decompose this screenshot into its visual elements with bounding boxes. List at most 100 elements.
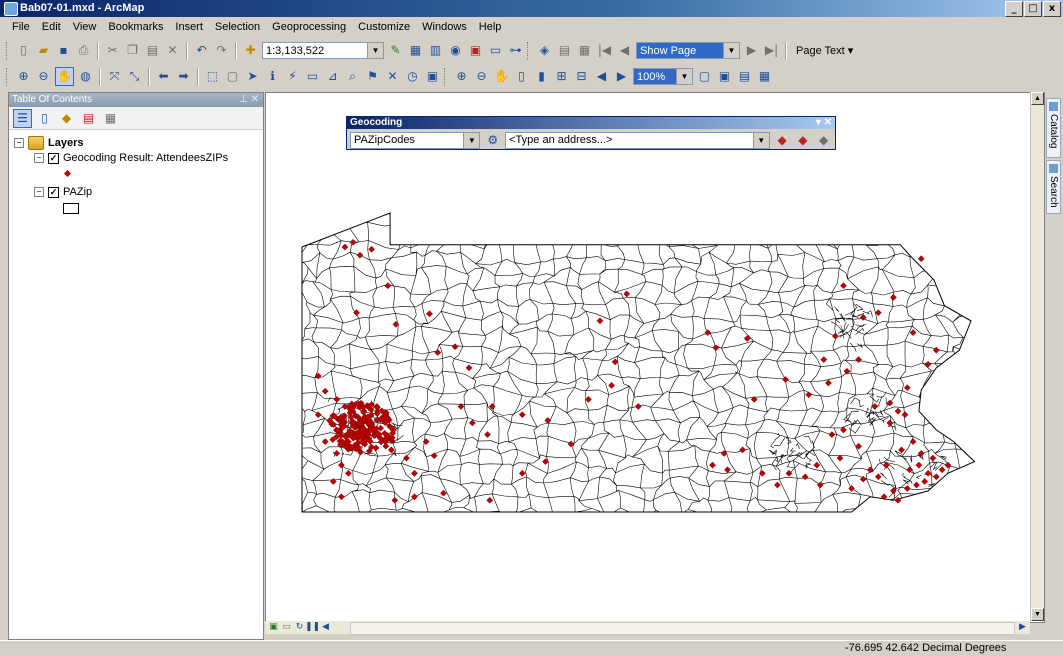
layout-zoom-out-icon[interactable]: ⊖ xyxy=(473,68,490,85)
geocoded-point[interactable] xyxy=(913,481,920,489)
geocoded-point[interactable] xyxy=(816,481,824,489)
geocoded-point[interactable] xyxy=(828,431,836,438)
geocoded-point[interactable] xyxy=(894,407,902,415)
collapse-layer-icon[interactable]: − xyxy=(34,187,44,197)
menu-selection[interactable]: Selection xyxy=(209,21,266,33)
geocoded-point[interactable] xyxy=(782,376,789,383)
zoom-whole-page-icon[interactable]: ▯ xyxy=(513,68,530,85)
map-horizontal-scrollbar[interactable] xyxy=(350,622,1015,635)
menu-windows[interactable]: Windows xyxy=(416,21,473,33)
layout-zoom-in-icon[interactable]: ⊕ xyxy=(453,68,470,85)
layout-view-icon[interactable]: ▭ xyxy=(281,622,292,633)
editor-toolbar-icon[interactable]: ✎ xyxy=(387,42,404,59)
minimize-button[interactable]: _ xyxy=(1005,1,1023,17)
toggle-draft-mode-icon[interactable]: ▢ xyxy=(696,68,713,85)
map-scale-combo[interactable]: 1:3,133,522 ▼ xyxy=(262,42,384,59)
page-text-dropdown[interactable]: Page Text ▾ xyxy=(792,44,857,57)
change-layout-icon[interactable]: ▤ xyxy=(736,68,753,85)
data-driven-pages-icon[interactable]: ▦ xyxy=(756,68,773,85)
map-vertical-scrollbar[interactable]: ▲ ▼ xyxy=(1030,92,1044,621)
redo-icon[interactable]: ↷ xyxy=(213,42,230,59)
geocoded-point[interactable] xyxy=(813,461,821,469)
geocoded-point[interactable] xyxy=(774,481,781,489)
chevron-down-icon[interactable]: ▼ xyxy=(752,132,769,148)
layer-visibility-checkbox[interactable]: ✓ xyxy=(48,186,59,198)
chevron-down-icon[interactable]: ▼ xyxy=(367,43,383,58)
list-by-drawing-order-icon[interactable]: ☰ xyxy=(13,108,32,128)
geocoding-titlebar[interactable]: Geocoding ▾ ✕ xyxy=(347,117,835,129)
list-by-source-icon[interactable]: ▯ xyxy=(35,109,54,128)
geocoded-point[interactable] xyxy=(720,450,728,457)
collapse-layer-icon[interactable]: − xyxy=(34,153,44,163)
geocoded-point[interactable] xyxy=(938,466,946,474)
print-icon[interactable]: ⎙ xyxy=(75,42,92,59)
pin-and-close-icon[interactable]: ⊥ ✕ xyxy=(239,93,259,107)
find-icon[interactable]: ⌕ xyxy=(344,68,361,85)
geocoded-point[interactable] xyxy=(739,446,746,454)
geocoded-point[interactable] xyxy=(898,446,905,454)
search-window-icon[interactable]: ◉ xyxy=(447,42,464,59)
geocoded-point[interactable] xyxy=(585,396,592,403)
geocoded-point[interactable] xyxy=(465,364,473,372)
go-to-xy-icon[interactable]: ✕ xyxy=(384,68,401,85)
list-by-visibility-icon[interactable]: ◆ xyxy=(57,109,76,128)
page-combo[interactable]: Show Page ▼ xyxy=(636,42,740,59)
layout-forward-icon[interactable]: ▶ xyxy=(613,68,630,85)
geocoded-point[interactable] xyxy=(921,478,929,485)
save-icon[interactable]: ▪ xyxy=(55,42,72,59)
menu-edit[interactable]: Edit xyxy=(36,21,67,33)
geocoded-point[interactable] xyxy=(924,469,932,477)
geocoded-point[interactable] xyxy=(518,411,526,419)
delete-icon[interactable]: ✕ xyxy=(164,42,181,59)
menu-insert[interactable]: Insert xyxy=(169,21,209,33)
paste-icon[interactable]: ▤ xyxy=(144,42,161,59)
polygon-symbol-icon[interactable] xyxy=(63,203,79,214)
geocoded-point[interactable] xyxy=(338,461,345,469)
identify-icon[interactable]: ℹ xyxy=(264,68,281,85)
layers-root-row[interactable]: − Layers xyxy=(14,136,83,150)
back-extent-icon[interactable]: ⬅ xyxy=(155,68,172,85)
forward-extent-icon[interactable]: ➡ xyxy=(175,68,192,85)
catalog-tab[interactable]: Catalog xyxy=(1046,98,1061,158)
geocoded-point[interactable] xyxy=(932,346,940,354)
geocoded-point[interactable] xyxy=(901,411,909,419)
menu-help[interactable]: Help xyxy=(473,21,508,33)
toolbar-grip[interactable] xyxy=(6,67,10,86)
toc-layer-geocoding[interactable]: − ✓ Geocoding Result: AttendeesZIPs xyxy=(34,152,228,164)
geocoded-point[interactable] xyxy=(906,466,913,474)
geocoded-point[interactable] xyxy=(321,387,329,395)
geocoded-point[interactable] xyxy=(623,290,631,298)
geocoded-point[interactable] xyxy=(391,496,399,504)
zoom-in-icon[interactable]: ⊕ xyxy=(15,68,32,85)
geocoded-point[interactable] xyxy=(944,461,952,469)
zoom-out-icon[interactable]: ⊖ xyxy=(35,68,52,85)
geocoded-point[interactable] xyxy=(430,452,438,460)
list-by-selection-icon[interactable]: ▤ xyxy=(79,109,98,128)
zoom-percent-combo[interactable]: 100% ▼ xyxy=(633,68,693,85)
fixed-zoom-out-icon[interactable]: ⤡ xyxy=(126,68,143,85)
geocoded-point[interactable] xyxy=(801,473,809,481)
geocoded-point[interactable] xyxy=(704,329,712,336)
geocoded-point[interactable] xyxy=(832,332,839,340)
full-extent-icon[interactable]: ◍ xyxy=(77,68,94,85)
toc-options-icon[interactable]: ▦ xyxy=(101,109,120,128)
red-diamond-symbol-icon[interactable] xyxy=(63,169,72,178)
arctoolbox-icon[interactable]: ▣ xyxy=(467,42,484,59)
last-page-icon[interactable]: ▶| xyxy=(763,42,780,59)
pause-drawing-icon[interactable]: ❚❚ xyxy=(305,622,320,633)
geocoded-point[interactable] xyxy=(924,360,932,368)
maximize-button[interactable]: □ xyxy=(1024,1,1042,17)
geocoded-point[interactable] xyxy=(848,485,855,492)
new-document-icon[interactable]: ▯ xyxy=(15,42,32,59)
scroll-right-icon[interactable]: ▶ xyxy=(1017,622,1028,633)
layout-pan-icon[interactable]: ✋ xyxy=(493,68,510,85)
geocoded-point[interactable] xyxy=(321,438,329,445)
geocoded-point[interactable] xyxy=(486,496,494,504)
geocoded-point[interactable] xyxy=(611,358,619,366)
geocoded-point[interactable] xyxy=(903,384,911,392)
geocoded-point[interactable] xyxy=(329,478,337,485)
html-popup-icon[interactable]: ▭ xyxy=(304,68,321,85)
geocoded-point[interactable] xyxy=(434,349,442,356)
geocode-addresses-icon[interactable]: ◆ xyxy=(794,132,811,149)
layout-fixed-zoom-out-icon[interactable]: ⊟ xyxy=(573,68,590,85)
